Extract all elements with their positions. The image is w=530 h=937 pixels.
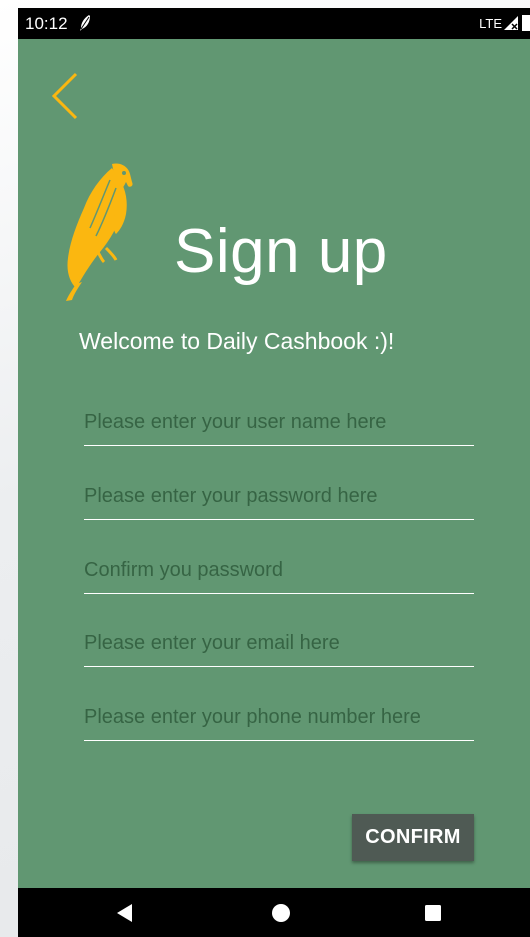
page-title: Sign up [174, 217, 388, 286]
status-time: 10:12 [25, 14, 68, 33]
confirm-password-field[interactable] [84, 554, 474, 594]
feather-icon [80, 15, 90, 31]
signal-icon [504, 16, 518, 30]
triangle-back-icon [117, 903, 132, 922]
nav-home-button[interactable] [251, 888, 311, 937]
confirm-button[interactable]: CONFIRM [352, 814, 474, 861]
welcome-message: Welcome to Daily Cashbook :)! [79, 328, 395, 354]
chevron-left-icon[interactable] [48, 70, 82, 122]
nav-back-button[interactable] [95, 888, 155, 937]
password-field[interactable] [84, 480, 474, 520]
navigation-bar [18, 888, 530, 937]
circle-home-icon [272, 903, 290, 922]
battery-icon [522, 15, 530, 31]
phone-field[interactable] [84, 701, 474, 741]
network-type: LTE [479, 16, 502, 31]
email-field[interactable] [84, 627, 474, 667]
username-field[interactable] [84, 406, 474, 446]
app-screen: 10:12 LTE Sign up Welcome to Daily Cashb… [18, 8, 530, 937]
nav-recent-button[interactable] [403, 888, 463, 937]
parrot-logo [66, 163, 133, 301]
square-recent-icon [425, 904, 441, 921]
status-bar: 10:12 LTE [18, 8, 530, 39]
